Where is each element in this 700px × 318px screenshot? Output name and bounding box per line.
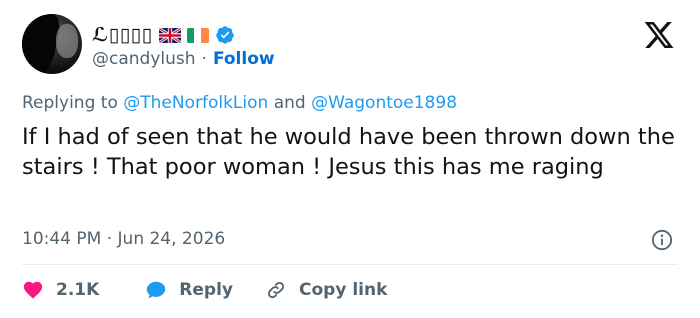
display-name[interactable]: ℒ▯▯▯▯ (92, 24, 153, 46)
follow-button[interactable]: Follow (213, 49, 275, 69)
action-bar: 2.1K Reply Copy link (22, 277, 387, 303)
heart-icon (23, 281, 43, 299)
replying-and: and (273, 93, 306, 113)
copy-link-label: Copy link (299, 280, 388, 300)
timestamp[interactable]: 10:44 PM · Jun 24, 2026 (22, 229, 225, 249)
separator-dot: · (201, 49, 207, 69)
reply-button[interactable]: Reply (145, 279, 233, 301)
verified-badge-icon (215, 26, 234, 44)
like-button[interactable]: 2.1K (22, 279, 99, 301)
reply-bubble-icon (147, 281, 166, 299)
tweet-card: ℒ▯▯▯▯ @candylush · Follow Replying to @T… (0, 0, 700, 318)
avatar-face (56, 24, 78, 58)
x-logo-icon[interactable] (641, 19, 677, 51)
reply-label: Reply (179, 280, 233, 300)
avatar[interactable] (22, 14, 82, 74)
handle-row: @candylush · Follow (92, 49, 275, 69)
copy-link-button[interactable]: Copy link (265, 279, 387, 301)
divider (22, 264, 678, 265)
mention-link-2[interactable]: @Wagontoe1898 (311, 93, 457, 113)
uk-flag-icon (158, 27, 181, 43)
info-icon[interactable] (651, 229, 673, 251)
like-count: 2.1K (56, 280, 100, 300)
replying-prefix: Replying to (22, 93, 118, 113)
author-name-row: ℒ▯▯▯▯ (92, 22, 235, 48)
ireland-flag-icon (186, 27, 209, 43)
link-icon (267, 281, 285, 299)
replying-to-line: Replying to @TheNorfolkLion and @Wagonto… (22, 93, 457, 113)
mention-link-1[interactable]: @TheNorfolkLion (123, 93, 268, 113)
tweet-text: If I had of seen that he would have been… (22, 124, 675, 180)
handle[interactable]: @candylush (92, 49, 196, 69)
